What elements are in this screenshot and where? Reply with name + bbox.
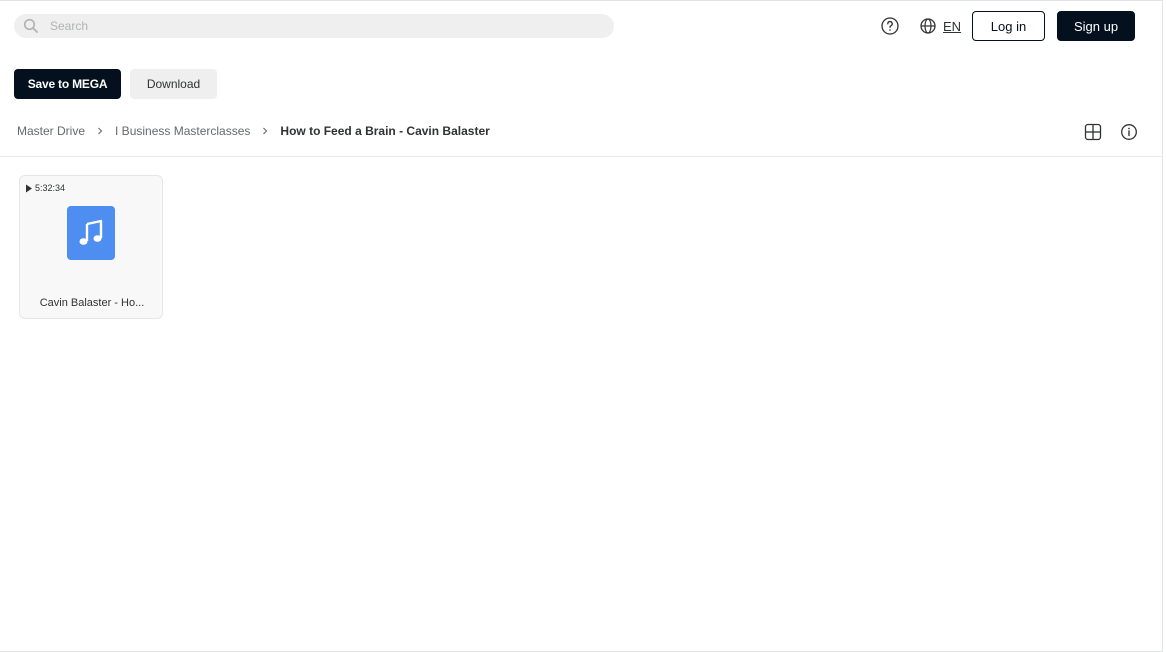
search-bar[interactable] [14, 14, 614, 38]
download-button[interactable]: Download [130, 69, 217, 99]
search-input[interactable] [50, 14, 600, 38]
app-window: EN Log in Sign up Save to MEGA Download … [0, 0, 1163, 652]
chevron-right-icon [98, 127, 103, 135]
save-to-mega-button[interactable]: Save to MEGA [14, 69, 121, 99]
breadcrumb: Master Drive I Business Masterclasses Ho… [17, 123, 490, 139]
duration-label: 5:32:34 [35, 183, 66, 193]
globe-icon [920, 18, 936, 34]
search-icon [23, 18, 38, 33]
language-code[interactable]: EN [943, 19, 961, 34]
info-icon[interactable] [1120, 123, 1138, 141]
help-icon[interactable] [880, 16, 900, 36]
breadcrumb-item-business-masterclasses[interactable]: I Business Masterclasses [115, 124, 250, 138]
language-selector[interactable]: EN [919, 16, 961, 36]
grid-view-icon[interactable] [1084, 123, 1102, 141]
chevron-right-icon [263, 127, 268, 135]
breadcrumb-item-master-drive[interactable]: Master Drive [17, 124, 85, 138]
play-icon [26, 184, 32, 192]
file-card[interactable]: 5:32:34 Cavin Balaster - Ho... [19, 175, 163, 319]
music-note-icon [79, 219, 103, 245]
media-duration: 5:32:34 [25, 183, 65, 193]
breadcrumb-item-current-folder: How to Feed a Brain - Cavin Balaster [280, 124, 490, 138]
file-name: Cavin Balaster - Ho... [39, 297, 145, 309]
audio-file-icon [67, 206, 115, 260]
header-divider [0, 156, 1163, 157]
signup-button[interactable]: Sign up [1057, 11, 1135, 41]
login-button[interactable]: Log in [972, 11, 1045, 41]
